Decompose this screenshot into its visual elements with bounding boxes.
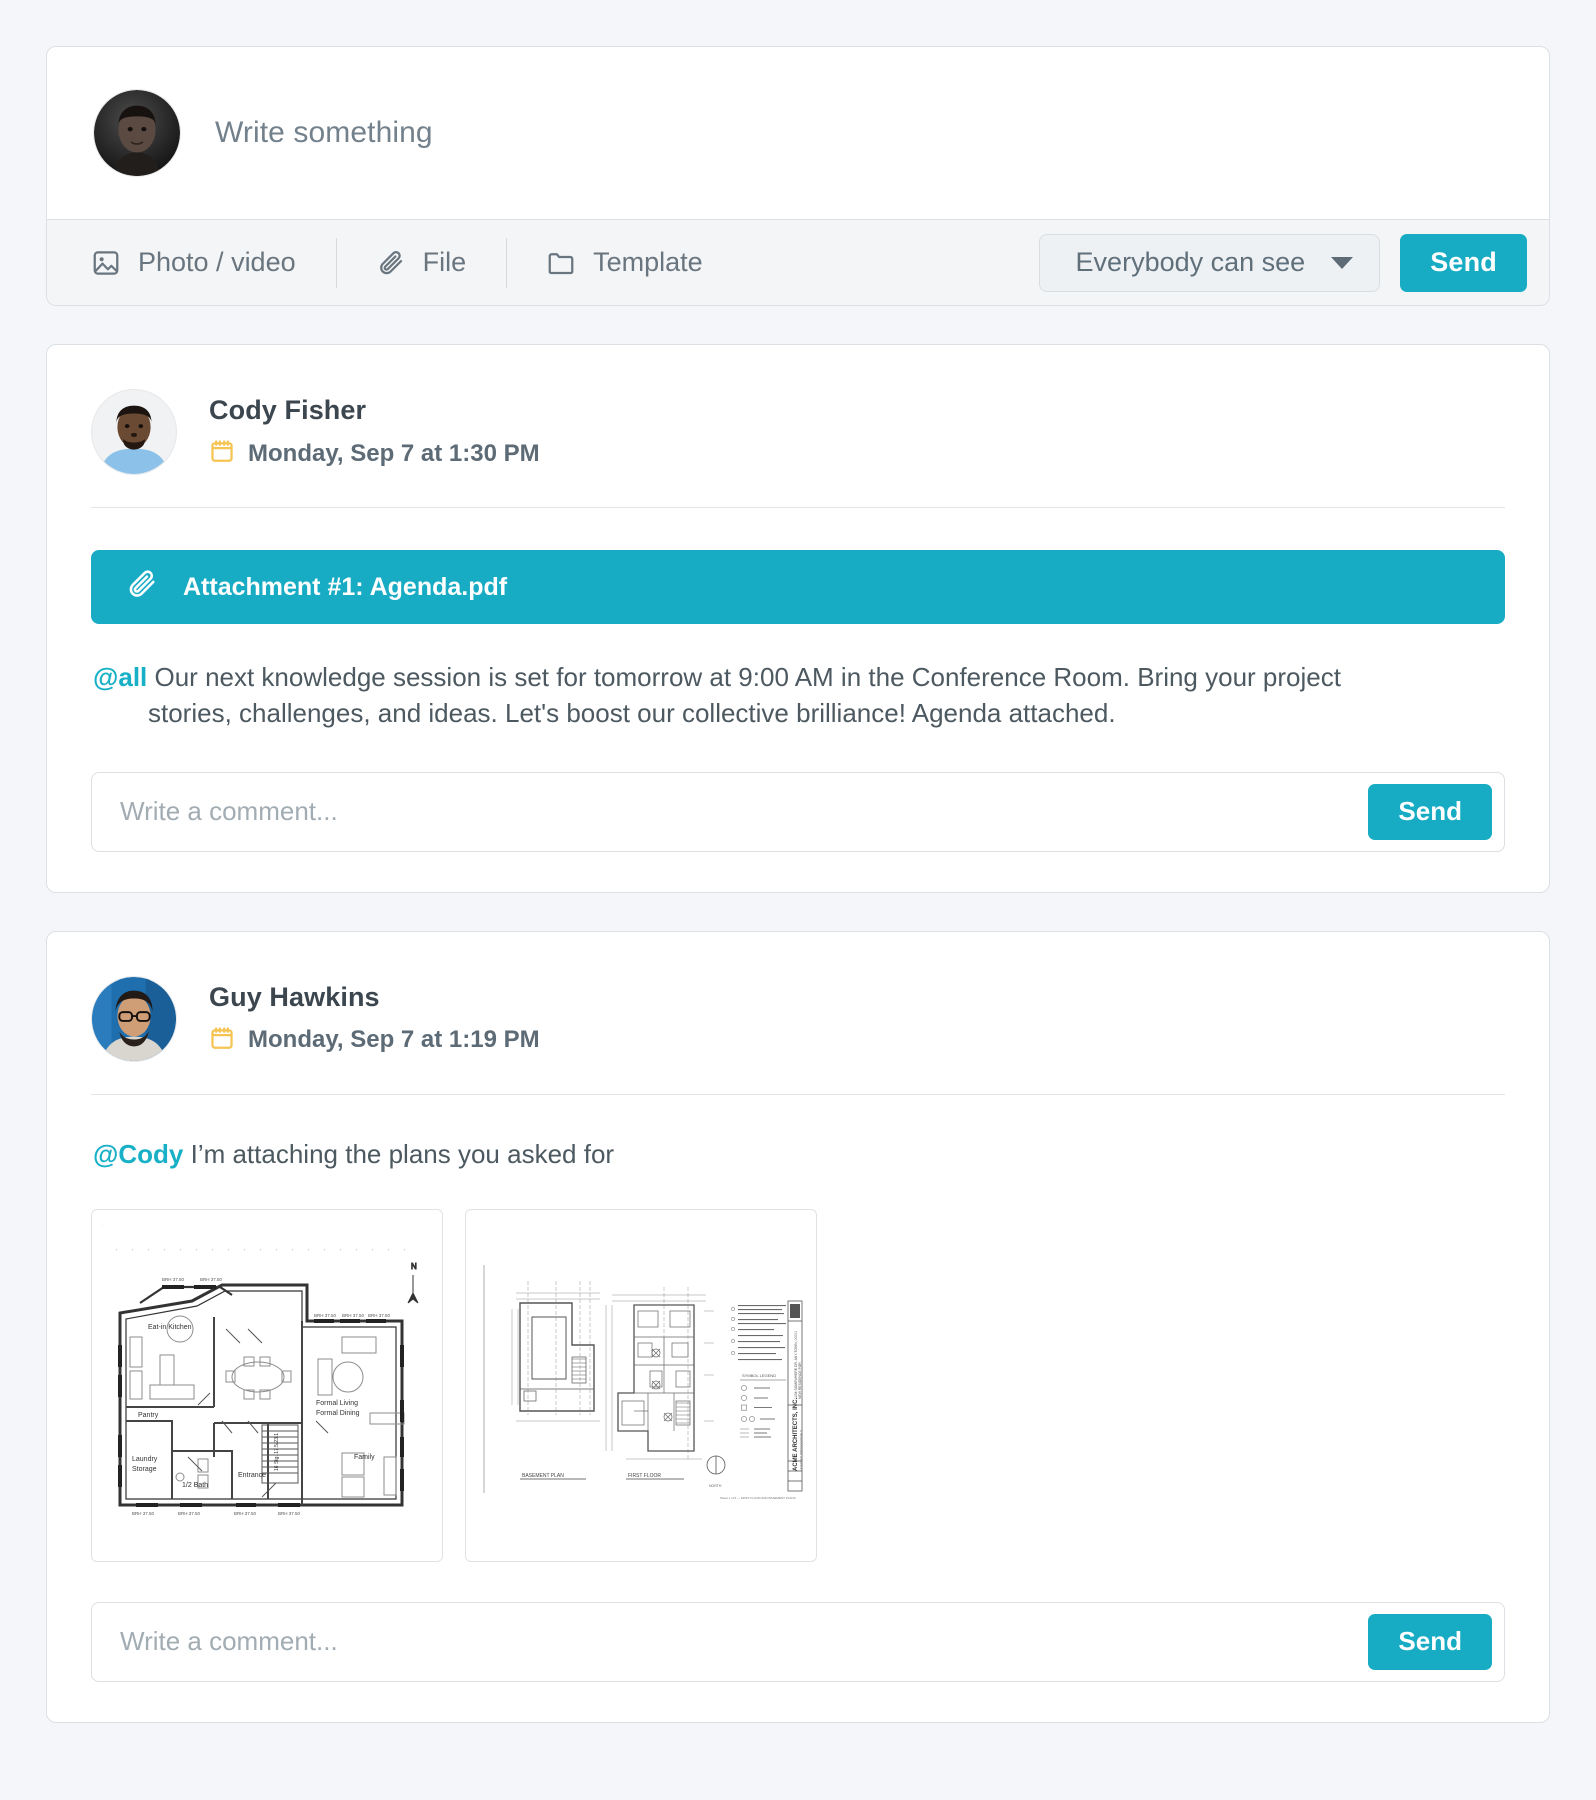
svg-text:16 Stg. 17.5/23.1: 16 Stg. 17.5/23.1 [274, 1433, 280, 1471]
svg-text:BRH 37.50: BRH 37.50 [178, 1511, 201, 1516]
visibility-select[interactable]: Everybody can see [1039, 234, 1381, 292]
mention[interactable]: @all [93, 662, 147, 692]
file-button[interactable]: File [336, 220, 507, 305]
photo-video-label: Photo / video [138, 247, 296, 278]
post-text-line1: I’m attaching the plans you asked for [191, 1139, 614, 1169]
post-text: @Cody I’m attaching the plans you asked … [91, 1137, 1505, 1173]
svg-text:Storage: Storage [132, 1466, 157, 1473]
svg-text:BRH 37.50: BRH 37.50 [314, 1313, 337, 1318]
svg-text:BASEMENT PLAN: BASEMENT PLAN [522, 1473, 564, 1479]
current-user-avatar [93, 89, 181, 177]
svg-text:Formal Living: Formal Living [316, 1400, 358, 1407]
template-label: Template [593, 247, 703, 278]
composer-card: Write something Photo / video [46, 46, 1550, 306]
paperclip-icon [376, 248, 406, 278]
post-header: Cody Fisher Monday, Sep 7 at 1:30 PM [91, 389, 1505, 508]
post-text-line1: Our next knowledge session is set for to… [155, 662, 1341, 692]
architectural-drawing-thumbnail[interactable]: BASEMENT PLAN [465, 1209, 817, 1562]
calendar-icon [209, 1025, 235, 1056]
post-author: Guy Hawkins [209, 982, 540, 1013]
svg-text:BRH 37.50: BRH 37.50 [162, 1277, 185, 1282]
post-author: Cody Fisher [209, 395, 540, 426]
post-text-line2: stories, challenges, and ideas. Let's bo… [148, 696, 1505, 732]
post-timestamp: Monday, Sep 7 at 1:30 PM [248, 440, 540, 468]
folder-icon [546, 248, 576, 278]
file-label: File [423, 247, 467, 278]
svg-text:BRH 37.50: BRH 37.50 [132, 1511, 155, 1516]
visibility-value: Everybody can see [1076, 247, 1306, 278]
attachment-thumbnails: Eat-in Kitchen Pantry Laundry Storage 1/… [91, 1209, 1505, 1562]
feed-page: Write something Photo / video [0, 0, 1596, 1800]
svg-text:BRH 37.50: BRH 37.50 [278, 1511, 301, 1516]
svg-text:NORTH: NORTH [709, 1484, 722, 1488]
composer-input-row[interactable]: Write something [47, 47, 1549, 219]
post-card: Cody Fisher Monday, Sep 7 at 1:30 PM [46, 344, 1550, 893]
svg-text:NEW RESIDENCE FOR: NEW RESIDENCE FOR [798, 1362, 802, 1399]
composer-placeholder[interactable]: Write something [215, 116, 433, 150]
svg-text:N: N [411, 1262, 417, 1271]
attachment-label: Attachment #1: Agenda.pdf [183, 573, 507, 602]
paperclip-icon [125, 567, 159, 608]
svg-text:BRH 37.50: BRH 37.50 [342, 1313, 365, 1318]
send-comment-button[interactable]: Send [1368, 1614, 1492, 1670]
svg-text:SYMBOL LEGEND: SYMBOL LEGEND [742, 1373, 776, 1378]
post-card: Guy Hawkins Monday, Sep 7 at 1:19 PM [46, 931, 1550, 1723]
svg-text:Sheet 1 of 6 — FIRST FLOOR AND: Sheet 1 of 6 — FIRST FLOOR AND BASEMENT … [720, 1496, 796, 1500]
svg-text:Laundry: Laundry [132, 1456, 158, 1463]
post-text: @all Our next knowledge session is set f… [91, 660, 1505, 732]
svg-text:Pantry: Pantry [138, 1412, 159, 1419]
svg-text:Eat-in Kitchen: Eat-in Kitchen [148, 1324, 192, 1331]
svg-text:1/2 Bath: 1/2 Bath [182, 1482, 208, 1489]
calendar-icon [209, 438, 235, 469]
svg-text:BRH 37.50: BRH 37.50 [200, 1277, 223, 1282]
comment-input[interactable] [120, 796, 1368, 827]
svg-text:Formal Dining: Formal Dining [316, 1410, 360, 1417]
send-comment-button[interactable]: Send [1368, 784, 1492, 840]
avatar[interactable] [91, 389, 177, 475]
composer-toolbar: Photo / video File Template [47, 219, 1549, 305]
svg-text:BRH 37.50: BRH 37.50 [368, 1313, 391, 1318]
avatar[interactable] [91, 976, 177, 1062]
photo-icon [91, 248, 121, 278]
svg-text:LICENSED PROFESSIONALS: LICENSED PROFESSIONALS [799, 1430, 803, 1471]
send-post-button[interactable]: Send [1400, 234, 1527, 292]
template-button[interactable]: Template [506, 220, 743, 305]
chevron-down-icon [1331, 257, 1353, 269]
photo-video-button[interactable]: Photo / video [47, 220, 336, 305]
post-header: Guy Hawkins Monday, Sep 7 at 1:19 PM [91, 976, 1505, 1095]
svg-text:BRH 37.50: BRH 37.50 [234, 1511, 257, 1516]
attachment-banner[interactable]: Attachment #1: Agenda.pdf [91, 550, 1505, 624]
comment-input[interactable] [120, 1626, 1368, 1657]
svg-text:FIRST FLOOR: FIRST FLOOR [628, 1473, 661, 1479]
composer-actions: Everybody can see Send [1039, 234, 1527, 292]
mention[interactable]: @Cody [93, 1139, 183, 1169]
comment-box: Send [91, 772, 1505, 852]
svg-text:Entrance: Entrance [238, 1472, 266, 1479]
svg-text:Family: Family [354, 1454, 375, 1461]
post-timestamp: Monday, Sep 7 at 1:19 PM [248, 1026, 540, 1054]
comment-box: Send [91, 1602, 1505, 1682]
floor-plan-thumbnail[interactable]: Eat-in Kitchen Pantry Laundry Storage 1/… [91, 1209, 443, 1562]
